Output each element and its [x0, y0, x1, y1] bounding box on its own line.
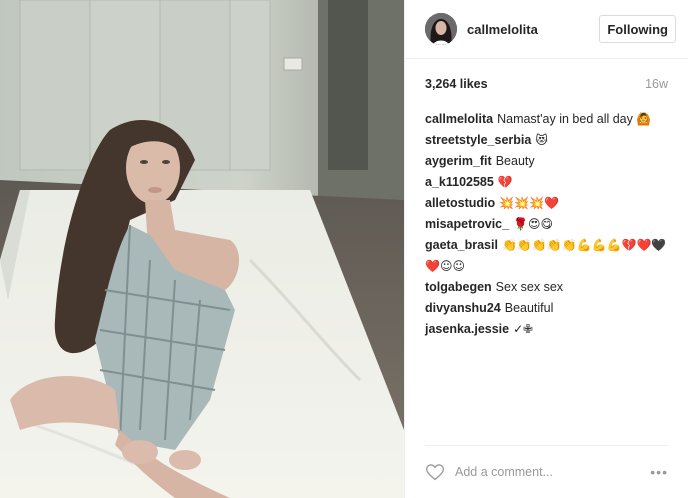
comment-item: aygerim_fit Beauty [425, 151, 668, 172]
post-photo-image [0, 0, 404, 498]
comment-username[interactable]: divyanshu24 [425, 301, 501, 315]
comment-emoji: 💥💥💥❤️ [499, 196, 559, 210]
comment-text: ✓✙ [513, 322, 534, 336]
comment-item: gaeta_brasil 👏👏👏👏👏💪💪💪💔❤️🖤❤️☺☺ [425, 235, 668, 277]
post-author-username[interactable]: callmelolita [467, 22, 599, 37]
comment-item: misapetrovic_ 🌹😍😋 [425, 214, 668, 235]
comment-username[interactable]: aygerim_fit [425, 154, 492, 168]
comment-text: Beautiful [504, 301, 554, 315]
comment-username[interactable]: a_k1102585 [425, 175, 494, 189]
comment-item: alletostudio 💥💥💥❤️ [425, 193, 668, 214]
comment-emoji: 😻 [535, 133, 548, 147]
comment-item: tolgabegen Sex sex sex [425, 277, 668, 298]
more-options-button[interactable]: ••• [650, 464, 668, 480]
comment-username[interactable]: gaeta_brasil [425, 238, 498, 252]
avatar[interactable] [425, 13, 457, 45]
comment-emoji: 💔 [497, 175, 513, 189]
comment-list: callmelolita Namast'ay in bed all day 🙆 s… [405, 109, 688, 340]
comment-bar: ••• [425, 445, 668, 498]
comment-username[interactable]: callmelolita [425, 112, 493, 126]
heart-outline-icon[interactable] [425, 462, 445, 482]
post-meta: 3,264 likes 16w [405, 59, 688, 109]
comment-item: divyanshu24 Beautiful [425, 298, 668, 319]
avatar-image [425, 13, 457, 45]
comment-text: Sex sex sex [495, 280, 564, 294]
comment-text: Beauty [495, 154, 535, 168]
following-button[interactable]: Following [599, 15, 676, 43]
add-comment-input[interactable] [455, 465, 651, 479]
post-photo[interactable] [0, 0, 404, 498]
comment-emoji: 🌹😍😋 [513, 217, 554, 231]
comment-item: a_k1102585 💔 [425, 172, 668, 193]
comment-username[interactable]: jasenka.jessie [425, 322, 509, 336]
comment-username[interactable]: misapetrovic_ [425, 217, 509, 231]
post-age[interactable]: 16w [645, 77, 668, 91]
comment-item: callmelolita Namast'ay in bed all day 🙆 [425, 109, 668, 130]
instagram-post: callmelolita Following 3,264 likes 16w c… [0, 0, 688, 498]
likes-count[interactable]: 3,264 likes [425, 77, 488, 91]
comment-username[interactable]: alletostudio [425, 196, 495, 210]
comment-item: streetstyle_serbia 😻 [425, 130, 668, 151]
post-sidebar: callmelolita Following 3,264 likes 16w c… [404, 0, 688, 498]
comment-username[interactable]: tolgabegen [425, 280, 492, 294]
comment-text: Namast'ay in bed all day [497, 112, 633, 126]
comment-emoji: 🙆 [636, 112, 652, 126]
comment-username[interactable]: streetstyle_serbia [425, 133, 531, 147]
post-header: callmelolita Following [405, 0, 688, 59]
comment-item: jasenka.jessie ✓✙ [425, 319, 668, 340]
